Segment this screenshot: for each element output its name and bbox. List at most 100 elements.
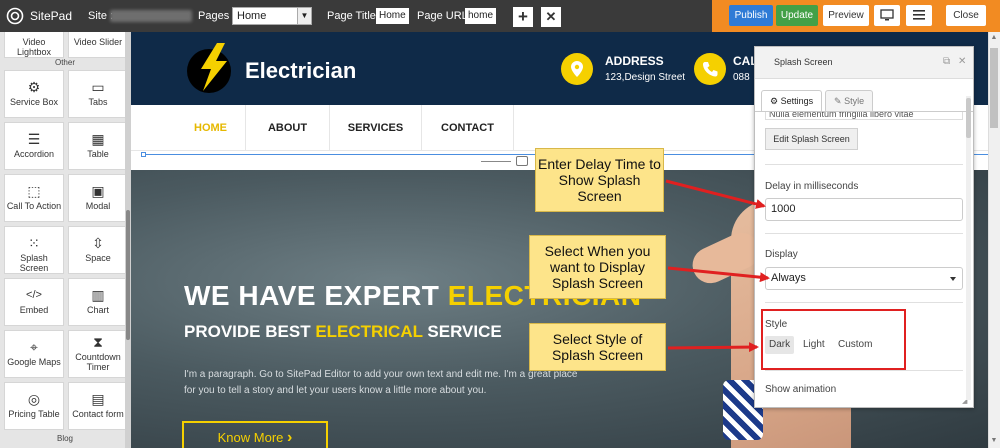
video-icon — [5, 32, 63, 35]
hero-sub-white-a: PROVIDE BEST — [184, 322, 316, 341]
splash-content-preview: Nulla elementum fringilla libero vitae — [765, 112, 963, 120]
preview-button[interactable]: Preview — [823, 5, 869, 26]
update-button[interactable]: Update — [776, 5, 818, 26]
panel-header[interactable]: Splash Screen ⧉ ✕ — [755, 47, 973, 79]
accordion-icon: ☰ — [27, 131, 41, 147]
callout-display: Select When you want to Display Splash S… — [529, 235, 666, 299]
widget-label: Space — [85, 253, 111, 263]
widget-table[interactable]: ▦ Table — [68, 122, 128, 170]
widget-pricing-table[interactable]: ◎ Pricing Table — [4, 382, 64, 430]
cursor-icon: ⬚ — [27, 183, 41, 199]
display-label: Display — [765, 249, 798, 260]
delay-input[interactable]: 1000 — [765, 198, 963, 221]
widget-chart[interactable]: ▥ Chart — [68, 278, 128, 326]
divider — [765, 370, 963, 371]
delay-label: Delay in milliseconds — [765, 181, 859, 192]
group-label-blog: Blog — [56, 434, 73, 443]
callout-delay: Enter Delay Time to Show Splash Screen — [535, 148, 664, 212]
site-scroll-thumb[interactable] — [990, 48, 998, 128]
nav-home[interactable]: HOME — [176, 105, 246, 151]
page-title-label: Page Title: — [327, 10, 379, 22]
tab-style[interactable]: ✎ Style — [825, 90, 874, 112]
nav-services[interactable]: SERVICES — [330, 105, 422, 151]
popout-icon[interactable]: ⧉ — [943, 56, 950, 67]
widget-label: Chart — [86, 305, 109, 315]
top-toolbar: SitePad Site : Pages : Home ▼ Page Title… — [0, 0, 1000, 32]
widget-label: Video Slider — [73, 37, 123, 47]
page-title-field[interactable]: Home — [376, 8, 409, 24]
page-url-label: Page URL: — [417, 10, 471, 22]
widget-call-to-action[interactable]: ⬚ Call To Action — [4, 174, 64, 222]
menu-icon[interactable] — [906, 5, 932, 26]
widget-label: Accordion — [13, 149, 55, 159]
add-page-icon[interactable]: + — [513, 7, 533, 27]
widget-contact-form[interactable]: ▤ Contact form — [68, 382, 128, 430]
desktop-icon[interactable] — [874, 5, 900, 26]
scroll-down-icon[interactable]: ▼ — [990, 437, 998, 444]
widget-label: Splash Screen — [19, 253, 49, 273]
close-button[interactable]: Close — [946, 5, 986, 26]
gear-icon: ⚙ — [27, 79, 41, 95]
widget-modal[interactable]: ▣ Modal — [68, 174, 128, 222]
chevron-down-icon: ▼ — [297, 8, 311, 24]
selection-handle[interactable] — [141, 152, 146, 157]
nav-contact[interactable]: CONTACT — [422, 105, 514, 151]
widget-video-lightbox[interactable]: Video Lightbox — [4, 32, 64, 58]
widget-splash-screen[interactable]: ⁙ Splash Screen — [4, 226, 64, 274]
display-select[interactable]: Always — [765, 267, 963, 290]
edit-splash-screen-button[interactable]: Edit Splash Screen — [765, 128, 858, 150]
panel-scrollbar[interactable] — [966, 96, 971, 400]
row-settings-icon[interactable] — [516, 156, 528, 166]
group-label-other: Other — [54, 58, 75, 67]
phone-icon — [694, 53, 726, 85]
hero-heading-white: WE HAVE EXPERT — [184, 280, 448, 311]
widget-accordion[interactable]: ☰ Accordion — [4, 122, 64, 170]
widget-label: Countdown Timer — [75, 352, 121, 372]
know-more-button[interactable]: Know More › — [182, 421, 328, 448]
widget-label: Service Box — [9, 97, 59, 107]
chevron-right-icon: › — [287, 429, 293, 446]
widget-google-maps[interactable]: ⌖ Google Maps — [4, 330, 64, 378]
tab-settings[interactable]: ⚙ Settings — [761, 90, 823, 112]
lightning-logo-icon — [187, 43, 231, 93]
nav-about[interactable]: ABOUT — [246, 105, 330, 151]
widget-label: Google Maps — [7, 357, 61, 367]
splash-icon: ⁙ — [28, 235, 40, 251]
style-highlight-box — [761, 309, 906, 370]
pages-label: Pages : — [198, 10, 236, 22]
close-icon[interactable]: ✕ — [958, 56, 966, 67]
widget-label: Modal — [85, 201, 111, 211]
modal-icon: ▣ — [91, 183, 105, 199]
sidebar-scroll-thumb[interactable] — [126, 210, 130, 340]
tabs-icon: ▭ — [91, 79, 105, 95]
action-bar: Publish Update Preview Close — [712, 0, 1000, 32]
code-icon: </> — [26, 289, 42, 301]
delete-page-icon[interactable]: ✕ — [541, 7, 561, 27]
gear-icon: ⚙ — [770, 96, 779, 106]
call-text: 088 — [733, 72, 750, 83]
address-text: 123,Design Street — [605, 72, 686, 83]
publish-button[interactable]: Publish — [729, 5, 773, 26]
widget-video-slider[interactable]: Video Slider — [68, 32, 128, 58]
widget-label: Video Lightbox — [16, 37, 52, 57]
sitepad-logo-icon — [6, 7, 24, 25]
address-title: ADDRESS — [605, 54, 664, 68]
panel-scroll-thumb[interactable] — [966, 98, 971, 138]
divider — [765, 164, 963, 165]
widget-service-box[interactable]: ⚙ Service Box — [4, 70, 64, 118]
scroll-up-icon[interactable]: ▲ — [990, 34, 998, 41]
tab-style-label: Style — [844, 96, 865, 106]
widget-embed[interactable]: </> Embed — [4, 278, 64, 326]
widget-space[interactable]: ⇳ Space — [68, 226, 128, 274]
pages-select[interactable]: Home ▼ — [232, 7, 312, 25]
site-brand: Electrician — [245, 58, 357, 83]
widget-sidebar: Video Lightbox Video Slider Other ⚙ Servi… — [0, 32, 130, 448]
widget-label: Tabs — [88, 97, 108, 107]
widget-tabs[interactable]: ▭ Tabs — [68, 70, 128, 118]
page-url-field[interactable]: home — [465, 8, 497, 24]
map-icon: ⌖ — [30, 339, 38, 355]
widget-countdown-timer[interactable]: ⧗ Countdown Timer — [68, 330, 128, 378]
hero-subheading: PROVIDE BEST ELECTRICAL SERVICE — [184, 322, 502, 342]
site-name-redacted — [110, 10, 192, 22]
tab-settings-label: Settings — [780, 96, 814, 106]
